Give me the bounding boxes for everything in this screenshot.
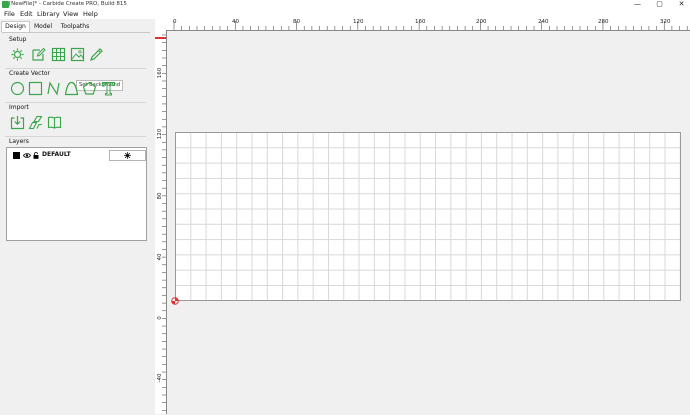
origin-marker-icon bbox=[171, 297, 179, 305]
import-section-label: Import bbox=[9, 104, 29, 111]
image-icon bbox=[70, 47, 85, 62]
layer-name: DEFAULT bbox=[42, 151, 71, 158]
top-ruler-label: 0 bbox=[173, 19, 177, 25]
section-divider bbox=[5, 102, 146, 103]
window-title: [NewFile]* - Carbide Create PRO, Build 8… bbox=[9, 1, 127, 7]
menu-edit[interactable]: Edit bbox=[20, 9, 33, 19]
text-tool[interactable] bbox=[101, 81, 116, 96]
tab-toolpaths[interactable]: Toolpaths bbox=[56, 21, 94, 32]
draw-tool[interactable] bbox=[89, 47, 104, 62]
layer-color-swatch[interactable] bbox=[13, 152, 20, 159]
eye-icon[interactable] bbox=[23, 152, 31, 159]
top-ruler-label: 320 bbox=[660, 19, 671, 25]
top-ruler: 0 40 80 120 160 200 240 280 320 bbox=[166, 19, 690, 31]
setup-section-label: Setup bbox=[9, 36, 27, 43]
menu-view[interactable]: View bbox=[63, 9, 78, 19]
close-button[interactable]: ✕ bbox=[674, 0, 689, 9]
shapes-import-icon bbox=[28, 115, 43, 130]
layers-section-label: Layers bbox=[9, 138, 29, 145]
menu-help[interactable]: Help bbox=[83, 9, 98, 19]
minimize-button[interactable]: — bbox=[630, 0, 645, 9]
lock-icon[interactable] bbox=[33, 152, 39, 159]
gear-icon bbox=[124, 152, 131, 159]
left-ruler-label: 120 bbox=[157, 128, 163, 140]
layers-list: DEFAULT bbox=[6, 147, 147, 241]
left-ruler: 160 120 80 40 0 -40 bbox=[155, 30, 167, 414]
left-ruler-ticks bbox=[162, 34, 166, 411]
top-ruler-label: 240 bbox=[538, 19, 549, 25]
ruler-position-marker bbox=[155, 37, 166, 39]
polygon-tool[interactable] bbox=[82, 81, 97, 96]
top-ruler-label: 80 bbox=[293, 19, 300, 25]
layer-settings-button[interactable] bbox=[109, 150, 146, 161]
top-ruler-label: 280 bbox=[598, 19, 609, 25]
menu-file[interactable]: File bbox=[4, 9, 15, 19]
grid-icon bbox=[51, 47, 66, 62]
set-background-tool[interactable] bbox=[70, 47, 85, 62]
left-ruler-label: 0 bbox=[157, 316, 163, 320]
pencil-icon bbox=[90, 48, 103, 61]
ruler-corner bbox=[155, 19, 166, 30]
maximize-button[interactable]: ▢ bbox=[652, 0, 667, 9]
tab-model[interactable]: Model bbox=[30, 21, 56, 32]
top-ruler-label: 120 bbox=[353, 19, 364, 25]
top-ruler-label: 200 bbox=[476, 19, 487, 25]
polyline-tool[interactable] bbox=[46, 81, 61, 96]
left-ruler-label: 40 bbox=[157, 253, 163, 261]
polyline-icon bbox=[47, 81, 60, 96]
book-icon bbox=[47, 116, 62, 129]
title-bar: [NewFile]* - Carbide Create PRO, Build 8… bbox=[0, 0, 690, 9]
menu-library[interactable]: Library bbox=[37, 9, 60, 19]
layer-row[interactable]: DEFAULT bbox=[11, 150, 146, 161]
circle-tool[interactable] bbox=[10, 81, 25, 96]
left-ruler-label: -40 bbox=[157, 373, 163, 383]
text-icon bbox=[102, 82, 115, 96]
edit-tool[interactable] bbox=[31, 47, 46, 62]
import-stl-tool[interactable] bbox=[28, 115, 43, 130]
app-icon bbox=[2, 1, 9, 8]
curve-tool[interactable] bbox=[64, 81, 79, 96]
left-ruler-label: 160 bbox=[157, 67, 163, 79]
import-icon bbox=[10, 116, 25, 130]
top-ruler-label: 40 bbox=[232, 19, 239, 25]
menu-bar: File Edit Library View Help bbox=[0, 9, 690, 19]
stock-grid[interactable] bbox=[175, 132, 681, 301]
top-ruler-ticks bbox=[173, 21, 688, 30]
edit-square-icon bbox=[32, 47, 46, 61]
import-vector-tool[interactable] bbox=[10, 115, 25, 130]
rectangle-tool[interactable] bbox=[28, 81, 43, 96]
rectangle-icon bbox=[28, 81, 43, 96]
section-divider bbox=[5, 68, 146, 69]
library-tool[interactable] bbox=[47, 115, 62, 130]
job-setup-tool[interactable] bbox=[10, 47, 25, 62]
top-ruler-label: 160 bbox=[415, 19, 426, 25]
left-ruler-label: 80 bbox=[157, 192, 163, 200]
section-divider bbox=[5, 136, 146, 137]
grid-tool[interactable] bbox=[51, 47, 66, 62]
create-vector-section-label: Create Vector bbox=[9, 70, 50, 77]
tab-design[interactable]: Design bbox=[1, 21, 30, 32]
gear-icon bbox=[11, 48, 24, 61]
polygon-icon bbox=[82, 81, 97, 95]
circle-icon bbox=[10, 81, 25, 96]
curve-icon bbox=[64, 81, 79, 96]
